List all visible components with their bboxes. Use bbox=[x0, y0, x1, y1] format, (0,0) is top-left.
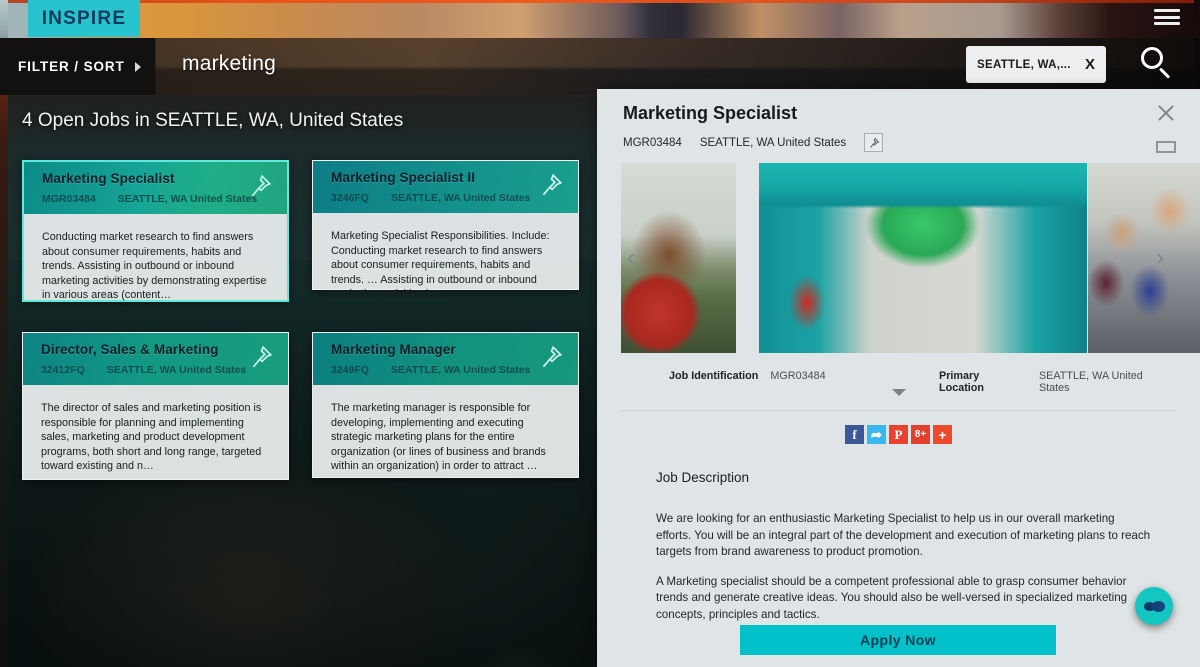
more-share-icon[interactable]: + bbox=[933, 425, 952, 444]
job-card-location: SEATTLE, WA United States bbox=[390, 364, 531, 376]
search-query-term: marketing bbox=[182, 52, 277, 75]
job-description-paragraph: A Marketing specialist should be a compe… bbox=[656, 574, 1128, 621]
search-icon[interactable] bbox=[1137, 44, 1175, 82]
carousel-slide-current[interactable] bbox=[759, 163, 1087, 353]
pinterest-share-icon[interactable]: P bbox=[889, 425, 908, 444]
job-card-description: Conducting market research to find answe… bbox=[42, 231, 267, 302]
job-image-carousel: ‹ › bbox=[621, 163, 1200, 353]
job-card-id: MGR03484 bbox=[42, 193, 96, 205]
hamburger-line bbox=[1154, 15, 1180, 19]
background-red-line bbox=[0, 0, 1200, 3]
job-card-header: Director, Sales & Marketing 32412FQ SEAT… bbox=[23, 333, 288, 385]
job-description-section: Job Description We are looking for an en… bbox=[597, 470, 1200, 623]
background-top-band bbox=[0, 0, 1200, 38]
job-card-title: Marketing Specialist II bbox=[331, 170, 476, 185]
hamburger-line bbox=[1154, 22, 1180, 25]
brand-logo-text: INSPIRE bbox=[41, 7, 127, 29]
job-card-id: 3249FQ bbox=[331, 364, 369, 376]
job-card-id: 3246FQ bbox=[331, 192, 369, 204]
pin-icon[interactable] bbox=[538, 172, 564, 198]
job-card-meta: 32412FQ SEATTLE, WA United States bbox=[41, 364, 276, 376]
job-card-description: The marketing manager is responsible for… bbox=[331, 402, 546, 473]
pin-icon[interactable] bbox=[247, 173, 273, 199]
job-identification-field: Job Identification MGR03484 bbox=[669, 370, 826, 382]
job-card-meta: 3246FQ SEATTLE, WA United States bbox=[331, 192, 566, 204]
filter-sort-button[interactable]: FILTER / SORT bbox=[0, 38, 155, 95]
job-card-location: SEATTLE, WA United States bbox=[117, 193, 258, 205]
results-heading: 4 Open Jobs in SEATTLE, WA, United State… bbox=[22, 110, 404, 131]
googleplus-share-icon[interactable]: 8+ bbox=[911, 425, 930, 444]
app-root: INSPIRE FILTER / SORT marketing SEATTLE,… bbox=[0, 0, 1200, 667]
job-identification-value: MGR03484 bbox=[770, 370, 826, 382]
hamburger-icon[interactable] bbox=[1154, 7, 1180, 27]
job-identification-label: Job Identification bbox=[669, 370, 759, 382]
job-detail-header: Marketing Specialist MGR03484 SEATTLE, W… bbox=[597, 89, 1200, 163]
chevron-left-icon[interactable]: ‹ bbox=[627, 246, 645, 273]
job-card-id: 32412FQ bbox=[41, 364, 85, 376]
hamburger-line bbox=[1154, 9, 1180, 12]
job-card-header: Marketing Specialist MGR03484 SEATTLE, W… bbox=[24, 162, 287, 214]
primary-location-label: Primary Location bbox=[939, 370, 984, 394]
twitter-share-icon[interactable]: ➦ bbox=[867, 425, 886, 444]
primary-location-value: SEATTLE, WA United States bbox=[1038, 370, 1143, 394]
carousel-slide-next[interactable] bbox=[1088, 163, 1200, 353]
job-detail-title: Marketing Specialist bbox=[623, 103, 798, 123]
job-card-header: Marketing Specialist II 3246FQ SEATTLE, … bbox=[313, 161, 578, 213]
chat-bubble-icon[interactable] bbox=[1135, 587, 1173, 625]
job-card-title: Marketing Specialist bbox=[42, 171, 175, 186]
job-card[interactable]: Marketing Manager 3249FQ SEATTLE, WA Uni… bbox=[312, 332, 579, 478]
job-description-paragraph: We are looking for an enthusiastic Marke… bbox=[656, 512, 1151, 558]
close-icon[interactable]: X bbox=[1085, 57, 1095, 72]
facebook-share-icon[interactable]: f bbox=[845, 425, 864, 444]
job-description-heading: Job Description bbox=[656, 470, 750, 485]
job-card-location: SEATTLE, WA United States bbox=[106, 364, 247, 376]
window-icon[interactable] bbox=[1156, 141, 1176, 153]
chat-bubble-large bbox=[1151, 600, 1165, 612]
social-share-row: f ➦ P 8+ + bbox=[597, 425, 1200, 444]
job-detail-subheader: MGR03484 SEATTLE, WA United States bbox=[623, 133, 1200, 152]
job-card-body: Conducting market research to find answe… bbox=[24, 214, 287, 313]
job-card-description: Marketing Specialist Responsibilities. I… bbox=[331, 230, 550, 301]
chevron-right-icon bbox=[134, 61, 141, 72]
search-icon-handle bbox=[1158, 67, 1171, 79]
location-filter-chip[interactable]: SEATTLE, WA,... X bbox=[966, 46, 1106, 83]
pin-icon[interactable] bbox=[248, 344, 274, 370]
job-card-title: Director, Sales & Marketing bbox=[41, 342, 219, 357]
job-identification-row: Job Identification MGR03484 Primary Loca… bbox=[621, 367, 1176, 411]
job-detail-id: MGR03484 bbox=[623, 136, 682, 149]
background-left-edge bbox=[0, 0, 8, 667]
pin-icon[interactable] bbox=[864, 133, 884, 152]
job-card[interactable]: Director, Sales & Marketing 32412FQ SEAT… bbox=[22, 332, 289, 480]
job-card-description: The director of sales and marketing posi… bbox=[41, 402, 262, 473]
chevron-down-icon[interactable] bbox=[891, 389, 906, 396]
job-card-body: The director of sales and marketing posi… bbox=[23, 385, 288, 484]
job-card-body: The marketing manager is responsible for… bbox=[313, 385, 578, 484]
close-icon[interactable] bbox=[1156, 103, 1176, 123]
job-card-body: Marketing Specialist Responsibilities. I… bbox=[313, 213, 578, 312]
job-card[interactable]: Marketing Specialist MGR03484 SEATTLE, W… bbox=[22, 160, 289, 302]
job-card-meta: MGR03484 SEATTLE, WA United States bbox=[42, 193, 275, 205]
filter-sort-label: FILTER / SORT bbox=[18, 59, 125, 74]
job-detail-location: SEATTLE, WA United States bbox=[699, 136, 847, 149]
location-filter-label: SEATTLE, WA,... bbox=[977, 58, 1071, 71]
chevron-right-icon[interactable]: › bbox=[1156, 246, 1174, 273]
job-card[interactable]: Marketing Specialist II 3246FQ SEATTLE, … bbox=[312, 160, 579, 300]
carousel-image-office-atrium bbox=[759, 163, 1087, 353]
job-card-location: SEATTLE, WA United States bbox=[390, 192, 531, 204]
carousel-image-team-meeting bbox=[1088, 163, 1200, 353]
search-icon-circle bbox=[1141, 47, 1163, 69]
apply-now-button[interactable]: Apply Now bbox=[740, 625, 1056, 655]
primary-location-field: Primary Location SEATTLE, WA United Stat… bbox=[939, 370, 1176, 394]
pin-icon[interactable] bbox=[538, 344, 564, 370]
job-card-title: Marketing Manager bbox=[331, 342, 456, 357]
job-detail-panel: Marketing Specialist MGR03484 SEATTLE, W… bbox=[597, 89, 1200, 667]
job-card-meta: 3249FQ SEATTLE, WA United States bbox=[331, 364, 566, 376]
job-card-header: Marketing Manager 3249FQ SEATTLE, WA Uni… bbox=[313, 333, 578, 385]
brand-logo[interactable]: INSPIRE bbox=[28, 0, 140, 37]
apply-button-container: Apply Now bbox=[597, 625, 1200, 667]
